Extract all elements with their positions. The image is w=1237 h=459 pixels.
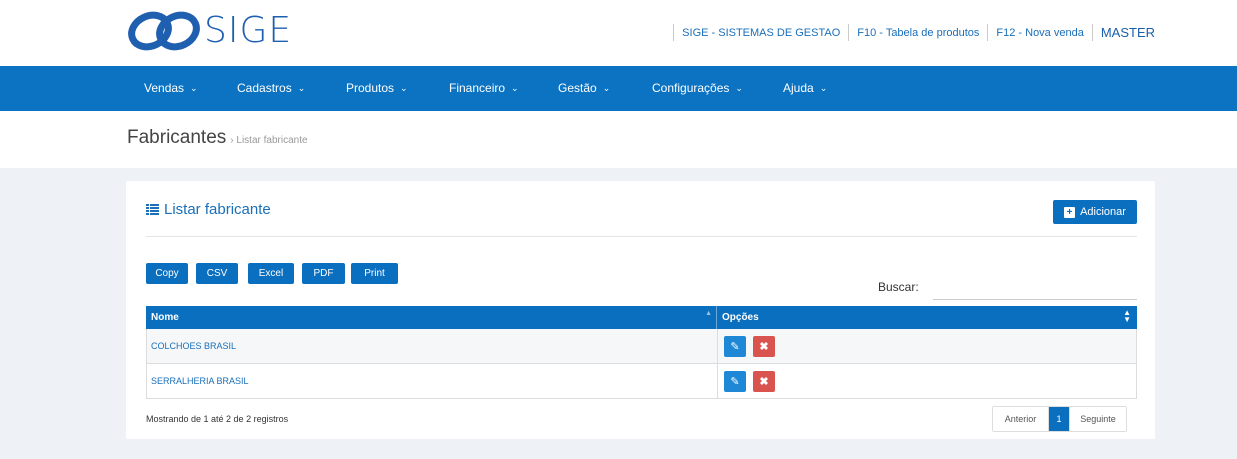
- print-button[interactable]: Print: [351, 263, 398, 284]
- nav-gestao[interactable]: Gestão ⌄: [558, 81, 610, 95]
- sort-icon: ▲ ▼: [1123, 308, 1131, 324]
- column-label: Opções: [722, 312, 759, 323]
- nav-label: Ajuda: [783, 81, 814, 95]
- add-button-label: Adicionar: [1080, 206, 1126, 218]
- nav-label: Produtos: [346, 81, 395, 95]
- page-1-button[interactable]: 1: [1049, 407, 1069, 431]
- column-opcoes[interactable]: Opções ▲ ▼: [717, 306, 1137, 329]
- brand-name: SIGE: [204, 10, 293, 51]
- cell-options: ✎ ✖: [718, 364, 1136, 398]
- copy-button[interactable]: Copy: [146, 263, 188, 284]
- logo-mark-icon: [128, 11, 200, 51]
- cell-nome[interactable]: COLCHOES BRASIL: [147, 329, 718, 363]
- panel-title: Listar fabricante: [146, 201, 271, 218]
- search-input[interactable]: [933, 276, 1137, 300]
- nav-cadastros[interactable]: Cadastros ⌄: [237, 81, 305, 95]
- delete-button[interactable]: ✖: [753, 335, 775, 357]
- next-page-button[interactable]: Seguinte: [1069, 407, 1126, 431]
- chevron-down-icon: ⌄: [819, 82, 828, 93]
- nav-produtos[interactable]: Produtos ⌄: [346, 81, 408, 95]
- chevron-down-icon: ⌄: [190, 82, 198, 93]
- nav-label: Cadastros: [237, 81, 292, 95]
- nav-label: Vendas: [144, 81, 185, 95]
- nav-financeiro[interactable]: Financeiro ⌄: [449, 81, 519, 95]
- nav-vendas[interactable]: Vendas ⌄: [144, 81, 198, 95]
- chevron-down-icon: ⌄: [297, 82, 306, 93]
- panel-title-text: Listar fabricante: [164, 201, 271, 218]
- nav-configuracoes[interactable]: Configurações ⌄: [652, 81, 743, 95]
- excel-button[interactable]: Excel: [248, 263, 294, 284]
- search-label: Buscar:: [878, 280, 919, 294]
- previous-page-button[interactable]: Anterior: [993, 407, 1049, 431]
- cell-nome[interactable]: SERRALHERIA BRASIL: [147, 364, 718, 398]
- page-title: Fabricantes: [127, 127, 227, 148]
- chevron-down-icon: ⌄: [735, 82, 743, 93]
- manufacturer-name: COLCHOES BRASIL: [151, 341, 237, 351]
- divider: [1091, 24, 1093, 41]
- page-header: Fabricantes › Listar fabricante: [0, 111, 1237, 168]
- chevron-down-icon: ⌄: [400, 82, 408, 93]
- divider: [673, 24, 675, 41]
- pencil-icon: ✎: [730, 340, 740, 353]
- csv-button[interactable]: CSV: [196, 263, 238, 284]
- list-panel: Listar fabricante + Adicionar Copy CSV E…: [126, 181, 1155, 439]
- pencil-icon: ✎: [730, 375, 740, 388]
- user-menu[interactable]: MASTER: [1101, 25, 1155, 40]
- divider: [146, 236, 1137, 237]
- edit-button[interactable]: ✎: [724, 335, 746, 357]
- divider: [987, 24, 989, 41]
- pdf-button[interactable]: PDF: [302, 263, 345, 284]
- nav-label: Gestão: [558, 81, 597, 95]
- pagination: Anterior 1 Seguinte: [992, 406, 1127, 432]
- company-link[interactable]: SIGE - SISTEMAS DE GESTAO: [682, 27, 840, 39]
- plus-icon: +: [1064, 206, 1076, 218]
- manufacturer-name: SERRALHERIA BRASIL: [151, 376, 249, 386]
- table-header: Nome ▲ Opções ▲ ▼: [146, 306, 1137, 329]
- close-icon: ✖: [759, 375, 769, 388]
- f12-new-sale-link[interactable]: F12 - Nova venda: [996, 27, 1083, 39]
- chevron-down-icon: ⌄: [511, 82, 519, 93]
- table-row: SERRALHERIA BRASIL ✎ ✖: [146, 364, 1137, 399]
- manufacturers-table: Nome ▲ Opções ▲ ▼ COLCHOES BRASIL ✎ ✖ SER…: [146, 306, 1137, 399]
- breadcrumb-current: › Listar fabricante: [230, 135, 308, 146]
- column-nome[interactable]: Nome ▲: [146, 306, 717, 329]
- table-row: COLCHOES BRASIL ✎ ✖: [146, 329, 1137, 364]
- records-info: Mostrando de 1 até 2 de 2 registros: [146, 414, 289, 424]
- nav-label: Financeiro: [449, 81, 506, 95]
- divider: [848, 24, 850, 41]
- list-icon: [146, 204, 159, 215]
- top-links: SIGE - SISTEMAS DE GESTAO F10 - Tabela d…: [665, 24, 1155, 41]
- edit-button[interactable]: ✎: [724, 370, 746, 392]
- delete-button[interactable]: ✖: [753, 370, 775, 392]
- chevron-down-icon: ⌄: [602, 82, 611, 93]
- cell-options: ✎ ✖: [718, 329, 1136, 363]
- breadcrumb: Fabricantes › Listar fabricante: [127, 127, 308, 149]
- f10-product-table-link[interactable]: F10 - Tabela de produtos: [857, 27, 979, 39]
- top-header: SIGE SIGE - SISTEMAS DE GESTAO F10 - Tab…: [0, 0, 1237, 66]
- add-button[interactable]: + Adicionar: [1053, 200, 1137, 224]
- nav-ajuda[interactable]: Ajuda ⌄: [783, 81, 827, 95]
- main-nav: Vendas ⌄ Cadastros ⌄ Produtos ⌄ Financeiro ⌄…: [0, 66, 1237, 111]
- nav-label: Configurações: [652, 81, 730, 95]
- close-icon: ✖: [759, 340, 769, 353]
- column-label: Nome: [151, 312, 179, 323]
- brand-logo[interactable]: SIGE: [126, 8, 292, 54]
- sort-asc-icon: ▲: [705, 310, 712, 317]
